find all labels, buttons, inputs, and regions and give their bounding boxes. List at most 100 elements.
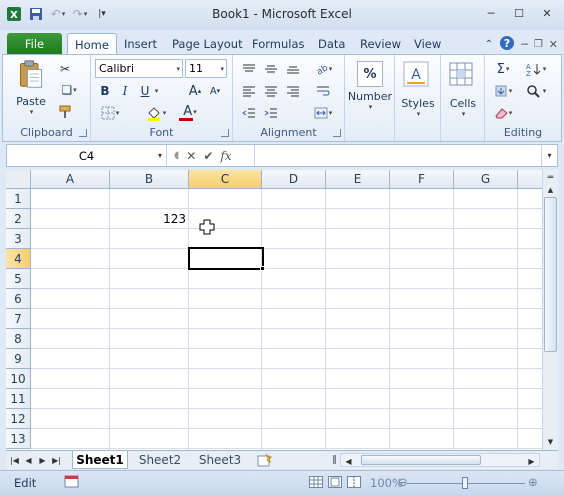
horizontal-scroll-thumb[interactable] bbox=[361, 455, 481, 465]
grow-font-button[interactable]: A ▴ bbox=[185, 81, 205, 101]
column-header-h[interactable] bbox=[518, 170, 542, 189]
align-center-icon[interactable] bbox=[261, 81, 281, 101]
tab-data[interactable]: Data bbox=[318, 34, 345, 54]
column-header-e[interactable]: E bbox=[326, 170, 390, 189]
number-button[interactable]: % Number ▾ bbox=[347, 61, 393, 111]
align-right-icon[interactable] bbox=[283, 81, 303, 101]
next-sheet-icon[interactable]: ▶ bbox=[36, 453, 49, 467]
row-header-7[interactable]: 7 bbox=[6, 309, 31, 329]
alignment-launcher-icon[interactable] bbox=[333, 129, 341, 137]
group-cells[interactable]: Cells ▾ bbox=[441, 55, 485, 141]
align-middle-icon[interactable] bbox=[261, 59, 281, 79]
fill-color-button[interactable]: ▾ bbox=[141, 103, 171, 123]
insert-sheet-icon[interactable] bbox=[254, 451, 276, 469]
prev-sheet-icon[interactable]: ◀ bbox=[22, 453, 35, 467]
expand-formula-bar-icon[interactable]: ▾ bbox=[541, 145, 557, 166]
tab-view[interactable]: View bbox=[414, 34, 441, 54]
clipboard-launcher-icon[interactable] bbox=[79, 129, 87, 137]
tab-review[interactable]: Review bbox=[360, 34, 401, 54]
font-launcher-icon[interactable] bbox=[221, 129, 229, 137]
page-layout-view-icon[interactable] bbox=[328, 476, 342, 491]
workbook-minimize-icon[interactable]: ─ bbox=[521, 38, 528, 51]
row-header-11[interactable]: 11 bbox=[6, 389, 31, 409]
align-top-icon[interactable] bbox=[239, 59, 259, 79]
align-bottom-icon[interactable] bbox=[283, 59, 303, 79]
tab-home[interactable]: Home bbox=[67, 33, 117, 55]
minimize-button[interactable]: ─ bbox=[478, 3, 504, 23]
row-header-5[interactable]: 5 bbox=[6, 269, 31, 289]
clear-icon[interactable]: ▾ bbox=[489, 103, 517, 123]
row-header-6[interactable]: 6 bbox=[6, 289, 31, 309]
scroll-left-icon[interactable]: ◀ bbox=[342, 454, 355, 468]
scroll-up-icon[interactable]: ▲ bbox=[543, 182, 558, 197]
sheet-tab-3[interactable]: Sheet3 bbox=[192, 451, 248, 469]
scroll-right-icon[interactable]: ▶ bbox=[525, 454, 538, 468]
name-box[interactable]: C4 ▾ bbox=[7, 145, 167, 166]
decrease-indent-icon[interactable] bbox=[239, 103, 259, 123]
column-header-d[interactable]: D bbox=[262, 170, 326, 189]
help-icon[interactable]: ? bbox=[499, 35, 515, 54]
insert-function-icon[interactable]: fx bbox=[220, 149, 231, 163]
minimize-ribbon-icon[interactable]: ⌃ bbox=[485, 39, 493, 50]
group-styles[interactable]: A Styles ▾ bbox=[395, 55, 441, 141]
shrink-font-button[interactable]: A ▾ bbox=[205, 81, 225, 101]
scroll-down-icon[interactable]: ▼ bbox=[543, 434, 558, 449]
paste-dropdown-icon[interactable]: ▾ bbox=[10, 108, 53, 116]
borders-button[interactable]: ▾ bbox=[95, 103, 125, 123]
zoom-in-icon[interactable]: ⊕ bbox=[528, 475, 538, 489]
sheet-tab-2[interactable]: Sheet2 bbox=[132, 451, 188, 469]
bold-button[interactable]: B bbox=[95, 81, 115, 101]
worksheet-grid[interactable]: A B C D E F G 1 2 3 4 5 6 7 8 9 10 11 12… bbox=[6, 170, 542, 450]
increase-indent-icon[interactable] bbox=[261, 103, 281, 123]
close-button[interactable]: ✕ bbox=[534, 3, 560, 23]
tab-formulas[interactable]: Formulas bbox=[252, 34, 305, 54]
find-select-icon[interactable]: ▾ bbox=[521, 81, 551, 101]
row-header-12[interactable]: 12 bbox=[6, 409, 31, 429]
tab-file[interactable]: File bbox=[7, 33, 62, 54]
row-header-4[interactable]: 4 bbox=[6, 249, 31, 269]
column-header-a[interactable]: A bbox=[31, 170, 110, 189]
maximize-button[interactable]: ☐ bbox=[506, 3, 532, 23]
column-header-g[interactable]: G bbox=[454, 170, 518, 189]
name-box-dropdown-icon[interactable]: ▾ bbox=[158, 151, 162, 160]
italic-button[interactable]: I bbox=[115, 81, 135, 101]
zoom-out-icon[interactable]: ⊖ bbox=[398, 475, 408, 489]
workbook-restore-icon[interactable]: ❐ bbox=[534, 39, 543, 50]
styles-button[interactable]: A Styles ▾ bbox=[397, 61, 439, 118]
align-left-icon[interactable] bbox=[239, 81, 259, 101]
font-family-select[interactable]: Calibri ▾ bbox=[95, 59, 183, 78]
cells-button[interactable]: Cells ▾ bbox=[443, 61, 483, 118]
vertical-scrollbar[interactable]: ═ ▲ ▼ bbox=[542, 170, 558, 450]
workbook-close-icon[interactable]: ✕ bbox=[549, 38, 558, 51]
row-header-1[interactable]: 1 bbox=[6, 189, 31, 209]
column-header-c[interactable]: C bbox=[189, 170, 262, 189]
font-color-button[interactable]: A ▾ bbox=[175, 103, 205, 123]
sheet-tab-1[interactable]: Sheet1 bbox=[72, 451, 128, 469]
macro-record-icon[interactable] bbox=[64, 475, 80, 492]
orientation-icon[interactable]: ab ▾ bbox=[309, 59, 337, 79]
wrap-text-icon[interactable] bbox=[313, 81, 333, 101]
tab-insert[interactable]: Insert bbox=[124, 34, 157, 54]
vertical-scroll-thumb[interactable] bbox=[544, 197, 557, 352]
row-header-13[interactable]: 13 bbox=[6, 429, 31, 449]
first-sheet-icon[interactable]: |◀ bbox=[8, 453, 21, 467]
cut-icon[interactable]: ✂ bbox=[55, 59, 75, 79]
sort-filter-icon[interactable]: A Z ▾ bbox=[521, 59, 551, 79]
format-painter-icon[interactable] bbox=[55, 102, 75, 122]
active-cell-c4[interactable] bbox=[188, 247, 264, 270]
last-sheet-icon[interactable]: ▶| bbox=[50, 453, 63, 467]
cancel-entry-icon[interactable]: ✕ bbox=[186, 149, 196, 163]
confirm-entry-icon[interactable]: ✔ bbox=[203, 149, 213, 163]
select-all-corner[interactable] bbox=[6, 170, 31, 189]
formula-input[interactable] bbox=[257, 145, 540, 166]
row-header-3[interactable]: 3 bbox=[6, 229, 31, 249]
paste-button[interactable]: Paste ▾ bbox=[9, 59, 53, 116]
copy-icon[interactable]: ❏ ▾ bbox=[55, 80, 83, 100]
row-header-8[interactable]: 8 bbox=[6, 329, 31, 349]
row-header-9[interactable]: 9 bbox=[6, 349, 31, 369]
fill-icon[interactable]: ▾ bbox=[489, 81, 517, 101]
row-header-2[interactable]: 2 bbox=[6, 209, 31, 229]
normal-view-icon[interactable] bbox=[309, 476, 323, 491]
autosum-icon[interactable]: Σ ▾ bbox=[489, 59, 517, 79]
page-break-view-icon[interactable] bbox=[347, 476, 361, 491]
